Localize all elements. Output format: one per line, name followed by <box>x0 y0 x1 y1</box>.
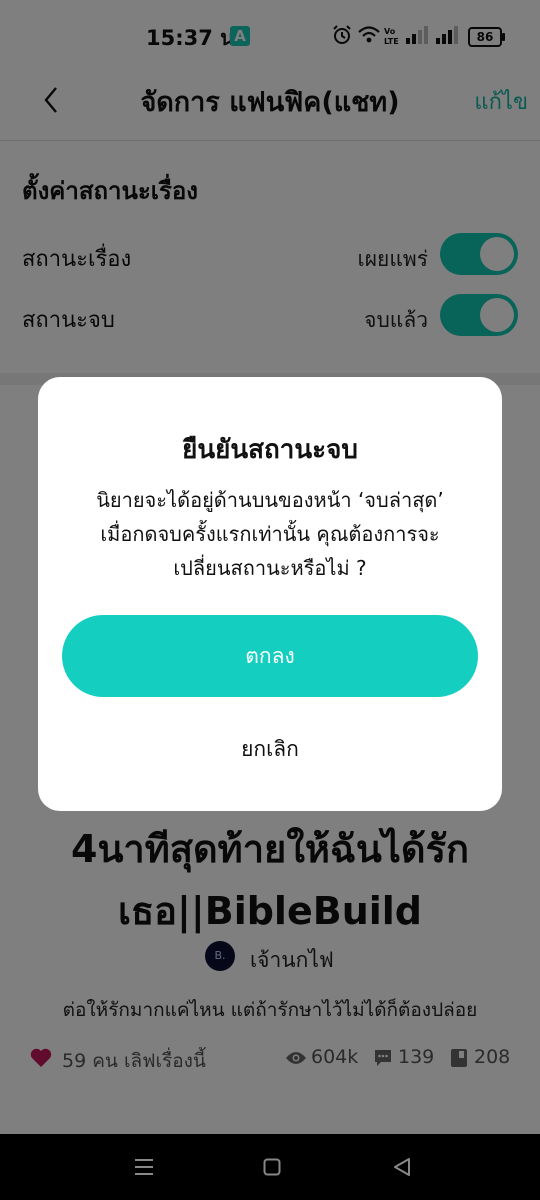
confirm-completed-dialog: ยืนยันสถานะจบ นิยายจะได้อยู่ด้านบนของหน้… <box>38 377 502 811</box>
home-icon[interactable] <box>263 1158 281 1176</box>
dialog-message-line: เมื่อกดจบครั้งแรกเท่านั้น คุณต้องการจะ <box>100 522 440 546</box>
menu-icon[interactable] <box>134 1158 154 1176</box>
cancel-button[interactable]: ยกเลิก <box>38 733 502 766</box>
dialog-message-line: นิยายจะได้อยู่ด้านบนของหน้า ‘จบล่าสุด’ <box>96 488 444 512</box>
back-nav-icon[interactable] <box>392 1157 412 1177</box>
dialog-title: ยืนยันสถานะจบ <box>182 435 358 465</box>
screen: 15:37 น. A Vo LTE <box>0 0 540 1200</box>
dialog-message-line: เปลี่ยนสถานะหรือไม่ ? <box>173 556 367 580</box>
system-nav-bar <box>0 1134 540 1200</box>
dialog-message: นิยายจะได้อยู่ด้านบนของหน้า ‘จบล่าสุด’ เ… <box>58 483 482 585</box>
ok-button[interactable]: ตกลง <box>62 615 478 697</box>
